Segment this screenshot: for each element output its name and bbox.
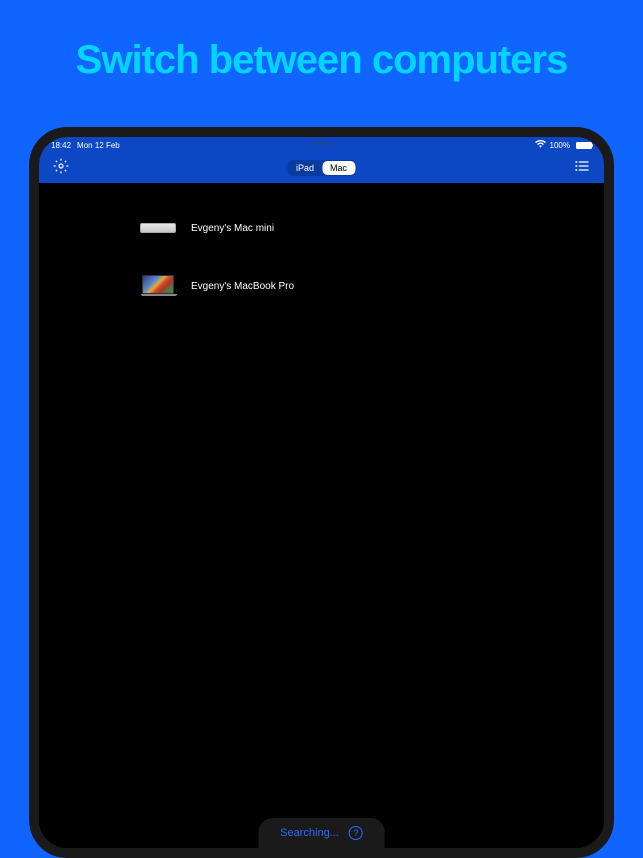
status-date: Mon 12 Feb — [77, 141, 120, 150]
status-bar: 18:42 Mon 12 Feb 100% — [39, 137, 604, 153]
device-name-label: Evgeny's MacBook Pro — [191, 281, 294, 292]
list-icon — [574, 158, 590, 174]
battery-icon — [576, 142, 592, 149]
wifi-icon — [535, 140, 546, 150]
device-thumbnail — [139, 216, 177, 240]
ipad-screen: 18:42 Mon 12 Feb 100% iPad Mac — [39, 137, 604, 848]
list-view-button[interactable] — [574, 158, 590, 179]
ipad-frame: 18:42 Mon 12 Feb 100% iPad Mac — [29, 127, 614, 858]
mac-mini-icon — [140, 223, 176, 233]
app-header: iPad Mac — [39, 153, 604, 183]
segment-ipad[interactable]: iPad — [288, 161, 322, 175]
status-time: 18:42 — [51, 141, 71, 150]
device-type-segmented-control[interactable]: iPad Mac — [287, 160, 356, 176]
device-row[interactable]: Evgeny's Mac mini — [39, 208, 604, 248]
camera-indicator — [313, 142, 330, 145]
device-row[interactable]: Evgeny's MacBook Pro — [39, 266, 604, 306]
searching-label: Searching... — [280, 827, 339, 839]
promo-title: Switch between computers — [0, 0, 643, 83]
help-icon[interactable]: ? — [349, 826, 363, 840]
device-name-label: Evgeny's Mac mini — [191, 223, 274, 234]
device-thumbnail — [139, 274, 177, 298]
segment-mac[interactable]: Mac — [322, 161, 355, 175]
gear-icon — [53, 158, 69, 174]
battery-percent: 100% — [550, 141, 570, 150]
settings-button[interactable] — [53, 158, 69, 179]
device-list: Evgeny's Mac mini Evgeny's MacBook Pro S… — [39, 183, 604, 848]
macbook-icon — [141, 275, 175, 297]
searching-status: Searching... ? — [258, 818, 385, 848]
